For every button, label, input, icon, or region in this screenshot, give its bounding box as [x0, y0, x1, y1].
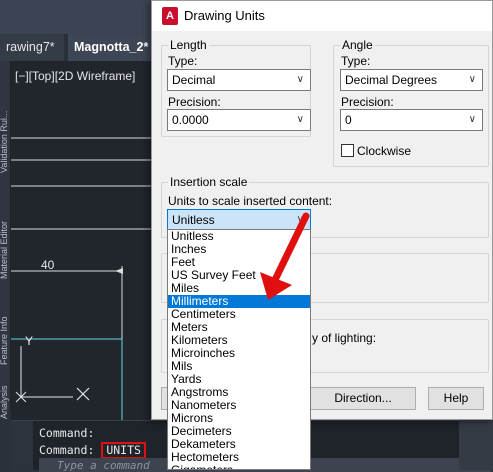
dimension-text: 40: [41, 258, 55, 272]
command-history-line: Command:: [39, 426, 95, 440]
angle-legend: Angle: [340, 38, 375, 52]
tab-drawing7[interactable]: rawing7*: [0, 34, 64, 61]
chevron-down-icon: ∨: [468, 74, 476, 85]
insertion-scale-legend: Insertion scale: [168, 175, 250, 189]
command-line-handle[interactable]: [11, 421, 33, 471]
chevron-down-icon: ∨: [296, 114, 304, 125]
length-precision-label: Precision:: [168, 95, 221, 109]
ucs-y-label: Y: [25, 334, 34, 348]
lighting-units-label: y of lighting:: [312, 331, 377, 345]
length-legend: Length: [168, 38, 209, 52]
help-button[interactable]: Help: [428, 387, 484, 410]
dropdown-option-gigameters[interactable]: Gigameters: [168, 464, 310, 470]
tab-magnotta-2[interactable]: Magnotta_2*: [68, 34, 152, 61]
autocad-a-icon: A: [162, 7, 178, 25]
angle-type-label: Type:: [341, 54, 371, 68]
clockwise-label: Clockwise: [357, 144, 412, 158]
insertion-units-label: Units to scale inserted content:: [168, 194, 333, 208]
status-panel: [459, 420, 493, 470]
units-command-highlight: UNITS: [101, 442, 146, 459]
palette-side-tabs: Analysis Feature Info Material Editor Va…: [0, 61, 11, 419]
dialog-title: Drawing Units: [184, 8, 265, 23]
length-precision-select[interactable]: 0.0000 ∨: [167, 109, 311, 131]
chevron-down-icon: ∨: [468, 114, 476, 125]
length-type-label: Type:: [168, 54, 198, 68]
chevron-down-icon: ∨: [296, 74, 304, 85]
red-annotation-arrow-icon: [260, 212, 310, 300]
angle-precision-label: Precision:: [341, 95, 394, 109]
angle-type-select[interactable]: Decimal Degrees ∨: [340, 69, 483, 91]
command-input-placeholder: Type a command: [57, 459, 150, 472]
dialog-titlebar[interactable]: A Drawing Units: [152, 1, 492, 31]
length-type-select[interactable]: Decimal ∨: [167, 69, 311, 91]
command-history-line: Command: UNITS: [39, 442, 146, 459]
angle-precision-select[interactable]: 0 ∨: [340, 109, 483, 131]
clockwise-checkbox[interactable]: [341, 144, 354, 157]
direction-button[interactable]: Direction...: [310, 387, 416, 410]
